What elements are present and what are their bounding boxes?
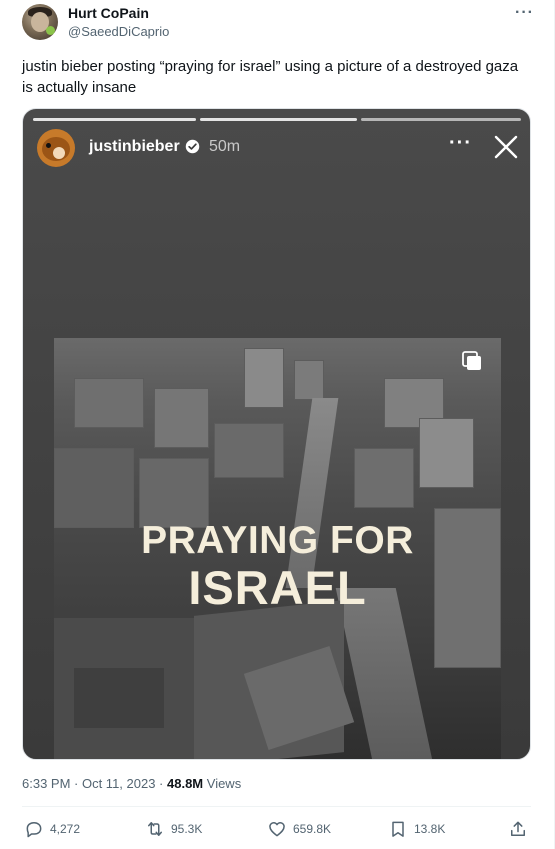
- story-progress-segment: [361, 118, 521, 121]
- story-progress-segment: [33, 118, 196, 121]
- story-more-icon: ···: [449, 132, 472, 154]
- more-options-icon[interactable]: ···: [515, 4, 534, 22]
- tweet-meta: 6:33 PM · Oct 11, 2023 · 48.8M Views: [22, 776, 241, 791]
- tweet-card: Hurt CoPain @SaeedDiCaprio ··· justin bi…: [0, 0, 555, 849]
- reply-button[interactable]: 4,272: [24, 818, 80, 840]
- heart-icon: [269, 822, 285, 837]
- tweet-media[interactable]: justinbieber 50m ··· PRAYING FOR ISRAEL: [22, 108, 531, 760]
- story-overlay-line2: ISRAEL: [188, 561, 367, 614]
- story-username: justinbieber: [89, 138, 180, 155]
- story-close-icon: [494, 135, 518, 159]
- author-display-name[interactable]: Hurt CoPain: [68, 5, 149, 21]
- like-button[interactable]: 659.8K: [267, 818, 331, 840]
- story-progress-segment: [200, 118, 357, 121]
- bookmark-icon: [392, 821, 404, 837]
- verified-badge-icon: [185, 139, 200, 154]
- tweet-timestamp[interactable]: 6:33 PM · Oct 11, 2023 ·: [22, 776, 167, 791]
- reply-icon: [26, 822, 42, 838]
- like-count: 659.8K: [293, 822, 332, 836]
- multiple-images-icon: [462, 351, 481, 370]
- share-icon: [511, 821, 525, 836]
- story-avatar: [37, 129, 75, 167]
- divider: [22, 806, 531, 807]
- share-button[interactable]: [508, 818, 534, 840]
- author-handle[interactable]: @SaeedDiCaprio: [68, 24, 169, 39]
- tweet-text: justin bieber posting “praying for israe…: [22, 58, 519, 96]
- bookmark-count: 13.8K: [414, 822, 446, 836]
- story-overlay-line1: PRAYING FOR: [141, 519, 414, 562]
- story-time-ago: 50m: [209, 138, 241, 155]
- author-avatar[interactable]: [22, 4, 58, 40]
- views-label: Views: [203, 776, 242, 791]
- story-photo: PRAYING FOR ISRAEL: [54, 338, 501, 759]
- bookmark-button[interactable]: 13.8K: [388, 818, 445, 840]
- retweet-icon: [148, 822, 162, 836]
- reply-count: 4,272: [50, 822, 81, 836]
- retweet-button[interactable]: 95.3K: [145, 818, 202, 840]
- retweet-count: 95.3K: [171, 822, 203, 836]
- views-count: 48.8M: [167, 776, 204, 791]
